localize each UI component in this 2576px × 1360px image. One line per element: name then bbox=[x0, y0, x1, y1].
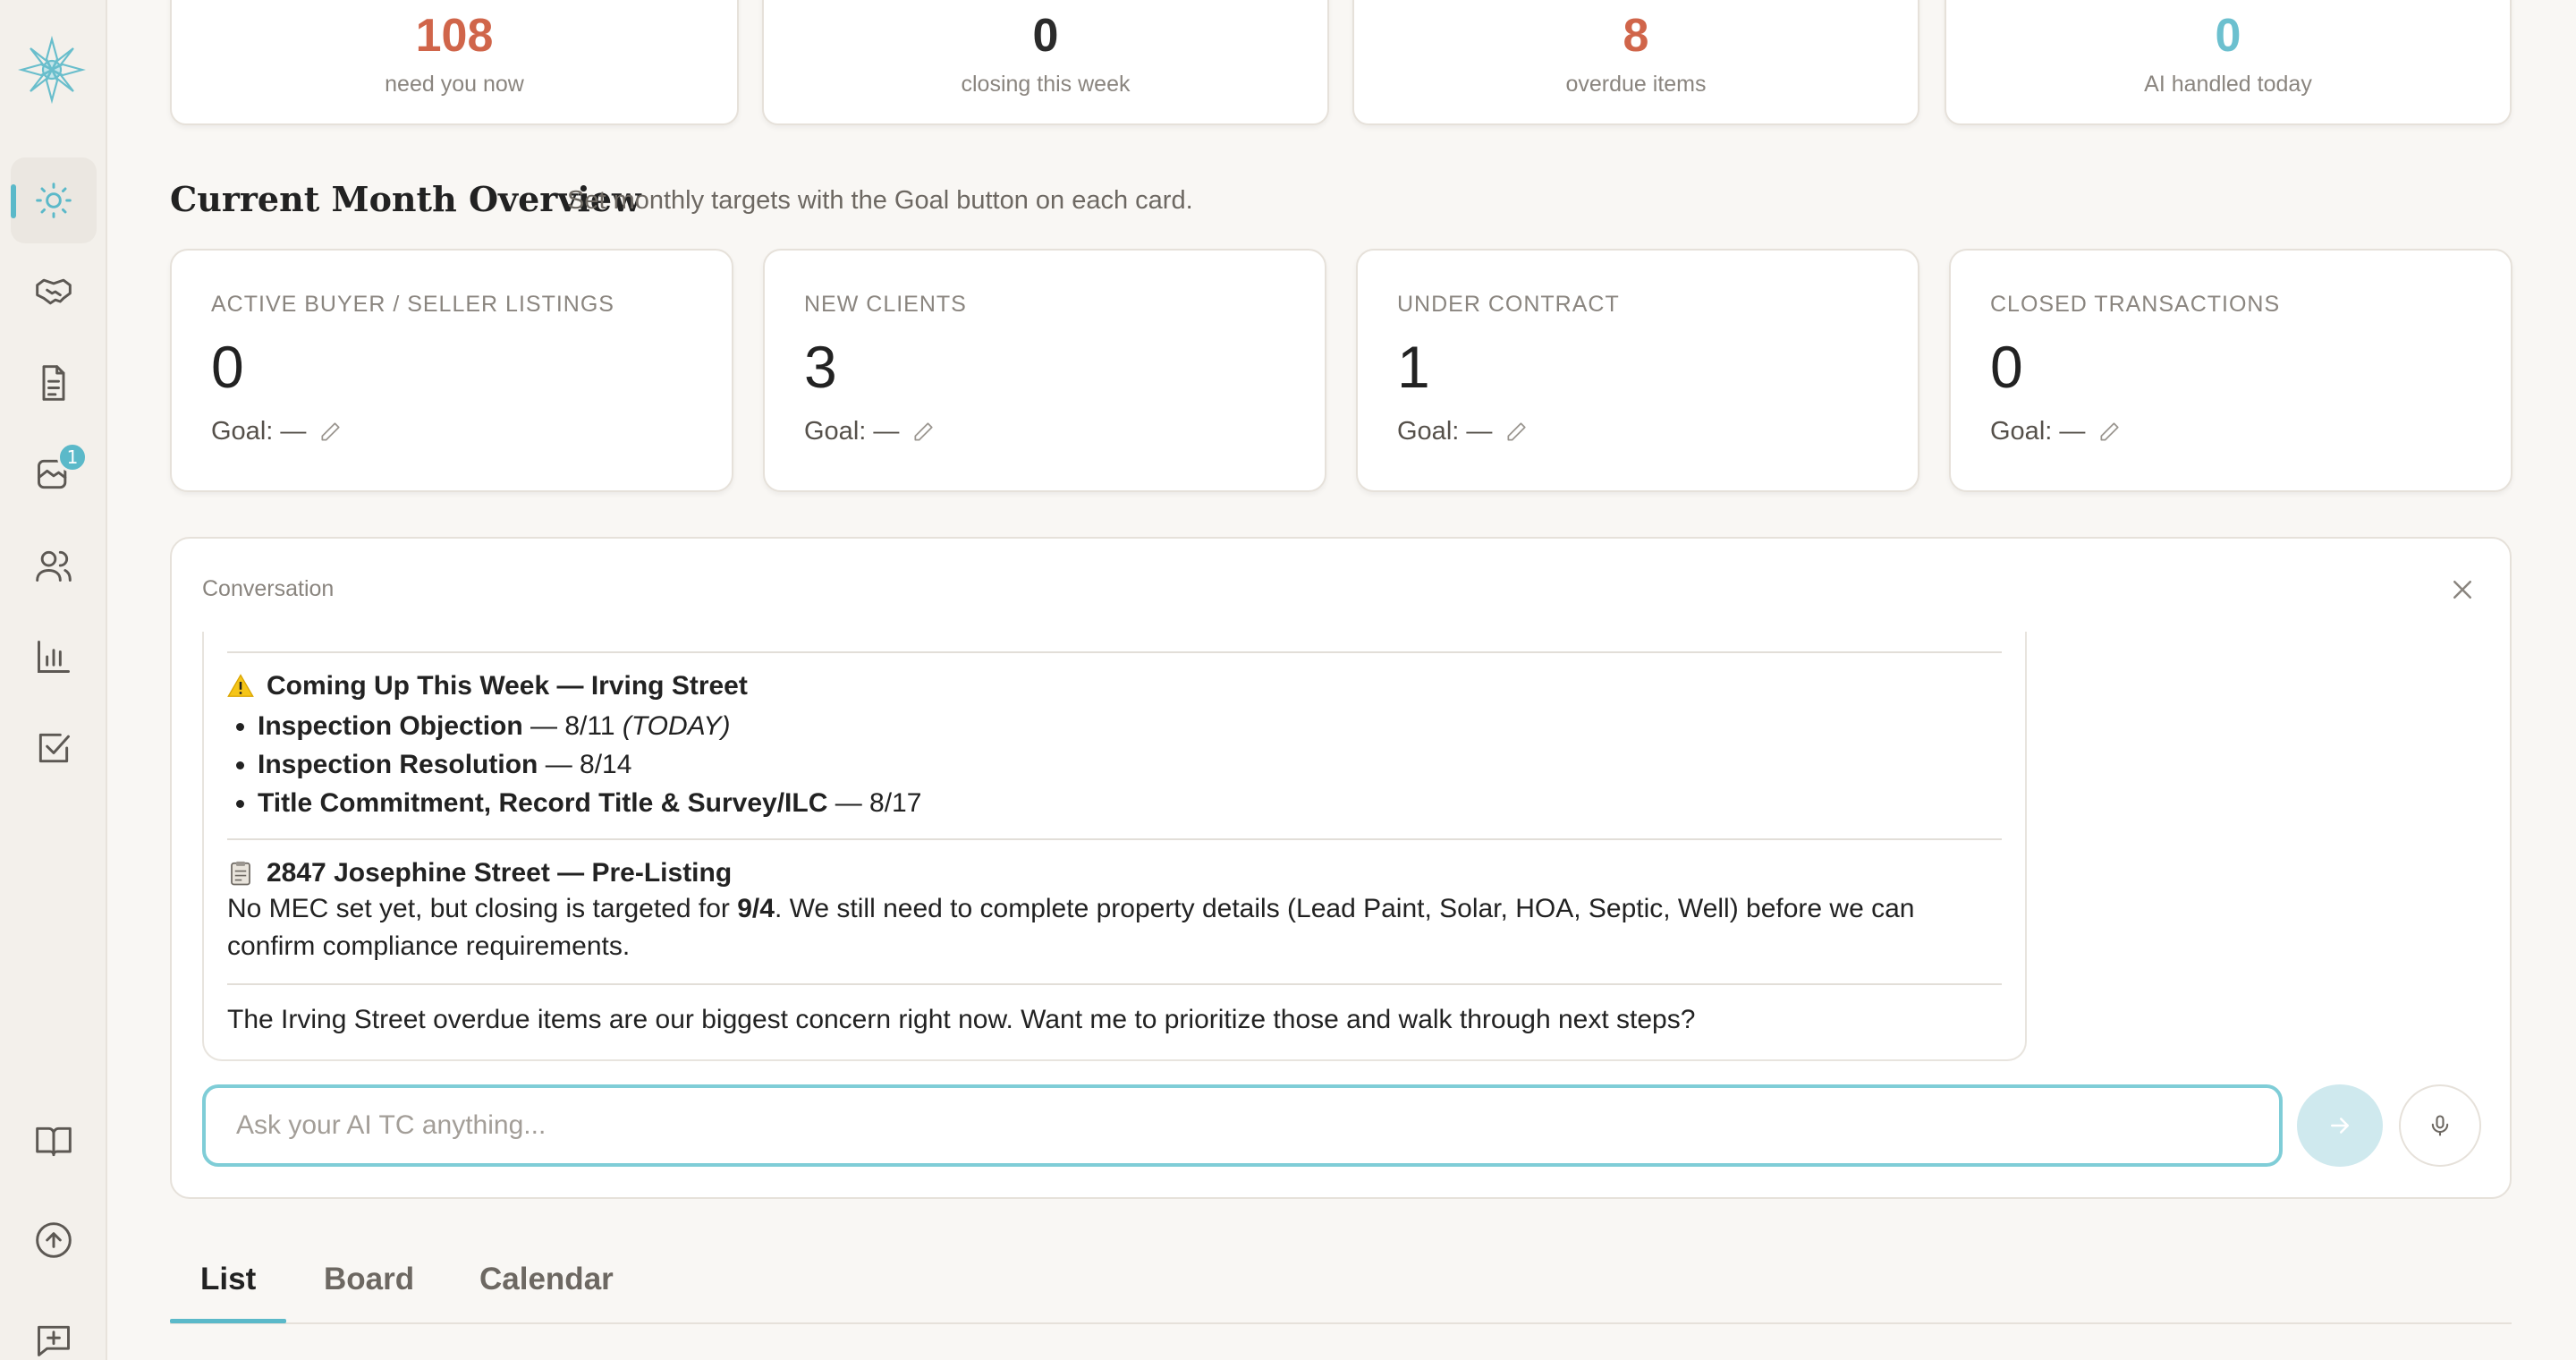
divider bbox=[227, 651, 2002, 653]
stat-card-closing-this-week[interactable]: 0 closing this week bbox=[762, 0, 1329, 125]
nav-contacts[interactable] bbox=[11, 523, 97, 608]
divider bbox=[227, 838, 2002, 840]
send-button[interactable] bbox=[2297, 1084, 2383, 1167]
sun-icon bbox=[36, 183, 72, 218]
tab-board[interactable]: Board bbox=[324, 1262, 414, 1297]
stat-value: 0 bbox=[1032, 10, 1059, 62]
stat-value: 0 bbox=[2215, 10, 2241, 62]
nav-upload[interactable] bbox=[11, 1197, 97, 1283]
mic-button[interactable] bbox=[2399, 1084, 2481, 1167]
pencil-icon bbox=[2100, 421, 2119, 441]
nav-documents[interactable] bbox=[11, 340, 97, 426]
stat-value: 108 bbox=[415, 10, 494, 62]
conversation-title: Conversation bbox=[202, 576, 335, 601]
tab-calendar[interactable]: Calendar bbox=[479, 1262, 614, 1297]
stat-label: overdue items bbox=[1565, 72, 1707, 97]
active-tab-indicator bbox=[170, 1319, 286, 1323]
metric-card-listings: ACTIVE BUYER / SELLER LISTINGS 0 Goal: — bbox=[170, 249, 733, 492]
book-icon bbox=[36, 1126, 72, 1157]
metric-label: UNDER CONTRACT bbox=[1397, 292, 1620, 317]
section-heading: 2847 Josephine Street — Pre-Listing bbox=[227, 858, 2002, 888]
goal-button[interactable]: Goal: — bbox=[211, 417, 342, 446]
metric-card-closed: CLOSED TRANSACTIONS 0 Goal: — bbox=[1949, 249, 2512, 492]
metric-value: 0 bbox=[1990, 334, 2023, 400]
warning-icon bbox=[227, 674, 254, 697]
nav-feedback[interactable] bbox=[11, 1297, 97, 1360]
metric-value: 0 bbox=[211, 334, 244, 400]
pencil-icon bbox=[1507, 421, 1526, 441]
metric-value: 3 bbox=[804, 334, 837, 400]
metric-card-new-clients: NEW CLIENTS 3 Goal: — bbox=[763, 249, 1326, 492]
goal-text: Goal: — bbox=[1990, 417, 2086, 446]
goal-button[interactable]: Goal: — bbox=[804, 417, 935, 446]
view-tabs: List Board Calendar bbox=[170, 1244, 2512, 1324]
metric-label: NEW CLIENTS bbox=[804, 292, 967, 317]
bar-chart-icon bbox=[38, 641, 70, 673]
goal-text: Goal: — bbox=[804, 417, 900, 446]
nav-reports[interactable] bbox=[11, 614, 97, 700]
close-icon[interactable] bbox=[2449, 576, 2476, 603]
metric-card-under-contract: UNDER CONTRACT 1 Goal: — bbox=[1356, 249, 1919, 492]
deadline-list: Inspection Objection — 8/11 (TODAY) Insp… bbox=[258, 707, 2002, 822]
nav-transactions[interactable] bbox=[11, 249, 97, 335]
stat-card-need-you-now[interactable]: 108 need you now bbox=[170, 0, 739, 125]
handshake-icon bbox=[36, 278, 72, 305]
microphone-icon bbox=[2431, 1115, 2449, 1136]
metric-label: CLOSED TRANSACTIONS bbox=[1990, 292, 2281, 317]
list-item: Title Commitment, Record Title & Survey/… bbox=[258, 784, 2002, 822]
nav-guide[interactable] bbox=[11, 1099, 97, 1185]
divider bbox=[227, 983, 2002, 985]
goal-text: Goal: — bbox=[211, 417, 307, 446]
section-heading: Coming Up This Week — Irving Street bbox=[227, 671, 2002, 701]
stat-label: need you now bbox=[385, 72, 524, 97]
goal-button[interactable]: Goal: — bbox=[1990, 417, 2121, 446]
users-icon bbox=[36, 550, 72, 582]
goal-button[interactable]: Goal: — bbox=[1397, 417, 1528, 446]
app-logo[interactable] bbox=[17, 35, 87, 105]
stat-label: closing this week bbox=[961, 72, 1131, 97]
list-item: Inspection Objection — 8/11 (TODAY) bbox=[258, 707, 2002, 745]
nav-inbox[interactable]: 1 bbox=[11, 431, 97, 517]
conversation-panel: Conversation Coming Up This Week — Irvin… bbox=[170, 537, 2512, 1199]
section-paragraph: No MEC set yet, but closing is targeted … bbox=[227, 894, 1915, 961]
section-subtitle: Set monthly targets with the Goal button… bbox=[567, 186, 1193, 215]
inbox-badge: 1 bbox=[57, 442, 88, 472]
pencil-icon bbox=[914, 421, 933, 441]
pencil-icon bbox=[321, 421, 340, 441]
stat-card-ai-handled[interactable]: 0 AI handled today bbox=[1945, 0, 2512, 125]
list-item: Inspection Resolution — 8/14 bbox=[258, 745, 2002, 784]
closing-paragraph: The Irving Street overdue items are our … bbox=[227, 1005, 1696, 1034]
nav-dashboard[interactable] bbox=[11, 157, 97, 243]
arrow-right-icon bbox=[2331, 1118, 2349, 1134]
message-plus-icon bbox=[38, 1325, 70, 1356]
stat-label: AI handled today bbox=[2144, 72, 2312, 97]
sidebar: 1 bbox=[0, 0, 107, 1360]
checkbox-icon bbox=[38, 733, 70, 763]
assistant-message: Coming Up This Week — Irving Street Insp… bbox=[227, 632, 2002, 1039]
chat-input[interactable] bbox=[202, 1084, 2283, 1167]
section-heading-text: 2847 Josephine Street — Pre-Listing bbox=[267, 858, 733, 888]
document-icon bbox=[42, 365, 65, 401]
upload-circle-icon bbox=[36, 1222, 72, 1258]
tab-list[interactable]: List bbox=[200, 1262, 256, 1297]
stat-card-overdue-items[interactable]: 8 overdue items bbox=[1352, 0, 1919, 125]
stat-value: 8 bbox=[1623, 10, 1649, 62]
metric-value: 1 bbox=[1397, 334, 1430, 400]
goal-text: Goal: — bbox=[1397, 417, 1493, 446]
clipboard-icon bbox=[231, 861, 250, 886]
metric-label: ACTIVE BUYER / SELLER LISTINGS bbox=[211, 292, 614, 317]
section-heading-text: Coming Up This Week — Irving Street bbox=[267, 671, 748, 701]
message-scroll-area[interactable]: Coming Up This Week — Irving Street Insp… bbox=[202, 632, 2027, 1061]
nav-tasks[interactable] bbox=[11, 705, 97, 791]
